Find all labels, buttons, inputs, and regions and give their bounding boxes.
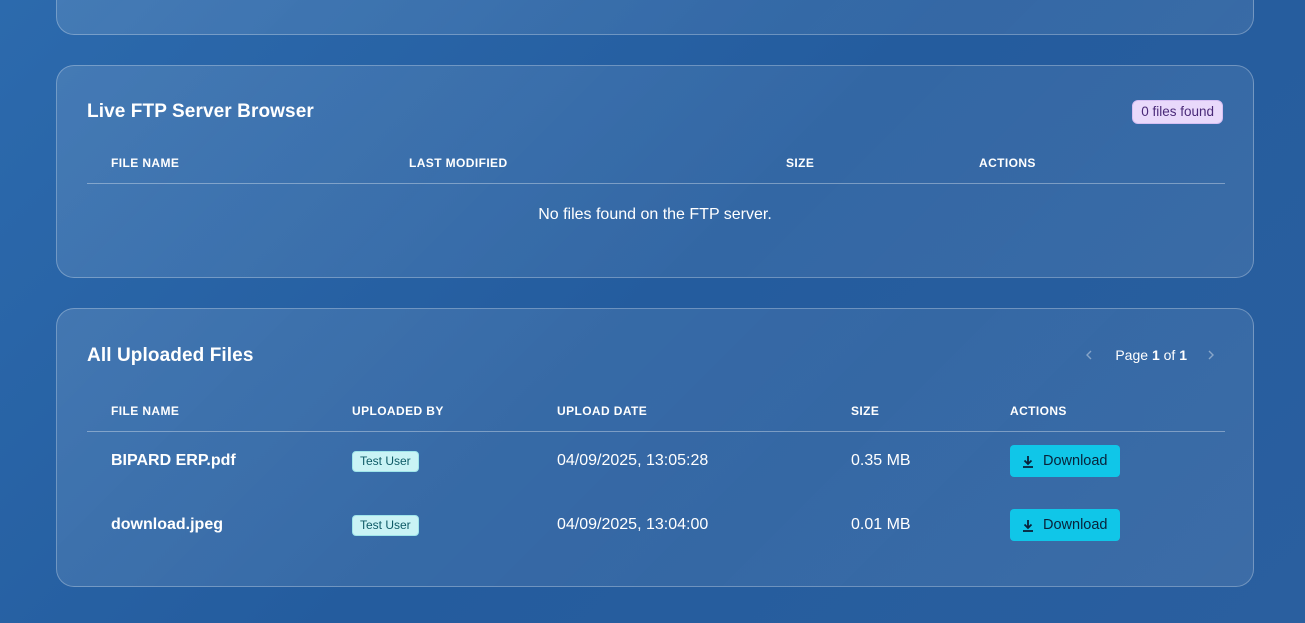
previous-section-card (56, 0, 1254, 35)
download-button[interactable]: Download (1010, 509, 1120, 541)
upload-date: 04/09/2025, 13:04:00 (557, 516, 709, 533)
column-header-file-name: File Name (111, 156, 180, 170)
column-header-upload-date: Upload Date (557, 404, 648, 418)
download-label: Download (1043, 517, 1108, 533)
current-page: 1 (1151, 347, 1160, 363)
page-indicator: Page 1 of 1 (1115, 347, 1187, 363)
column-header-uploaded-by: Uploaded By (352, 404, 444, 418)
uploaded-files-title: All Uploaded Files (87, 345, 254, 366)
file-name: BIPARD ERP.pdf (111, 452, 236, 469)
total-pages: 1 (1179, 347, 1187, 363)
page-separator: of (1163, 347, 1176, 363)
file-size: 0.35 MB (851, 452, 911, 469)
chevron-right-icon[interactable] (1207, 348, 1215, 363)
uploaded-by-cell: Test User (352, 451, 419, 472)
file-size: 0.01 MB (851, 516, 911, 533)
ftp-empty-message: No files found on the FTP server. (538, 206, 772, 223)
column-header-last-modified: Last Modified (409, 156, 508, 170)
download-label: Download (1043, 453, 1108, 469)
ftp-browser-title: Live FTP Server Browser (87, 101, 314, 122)
uploaded-by-cell: Test User (352, 515, 419, 536)
column-header-actions: Actions (1010, 404, 1067, 418)
download-icon (1022, 455, 1034, 468)
user-badge: Test User (352, 515, 419, 536)
uploads-table-header: File Name Uploaded By Upload Date Size A… (87, 391, 1225, 432)
column-header-size: Size (851, 404, 880, 418)
chevron-left-icon[interactable] (1085, 348, 1093, 363)
pagination: Page 1 of 1 (1085, 347, 1215, 363)
column-header-file-name: File Name (111, 404, 180, 418)
files-count-badge: 0 files found (1132, 100, 1223, 124)
table-row: BIPARD ERP.pdf Test User 04/09/2025, 13:… (87, 429, 1225, 493)
page-prefix: Page (1115, 347, 1149, 363)
ftp-browser-card: Live FTP Server Browser 0 files found Fi… (56, 65, 1254, 278)
column-header-actions: Actions (979, 156, 1036, 170)
download-button[interactable]: Download (1010, 445, 1120, 477)
download-icon (1022, 519, 1034, 532)
table-row: download.jpeg Test User 04/09/2025, 13:0… (87, 493, 1225, 557)
uploaded-files-card: All Uploaded Files Page 1 of 1 File Name… (56, 308, 1254, 587)
upload-date: 04/09/2025, 13:05:28 (557, 452, 709, 469)
actions-cell: Download (1010, 509, 1120, 541)
column-header-size: Size (786, 156, 815, 170)
ftp-table-header: File Name Last Modified Size Actions (87, 143, 1225, 184)
file-name: download.jpeg (111, 516, 223, 533)
user-badge: Test User (352, 451, 419, 472)
actions-cell: Download (1010, 445, 1120, 477)
